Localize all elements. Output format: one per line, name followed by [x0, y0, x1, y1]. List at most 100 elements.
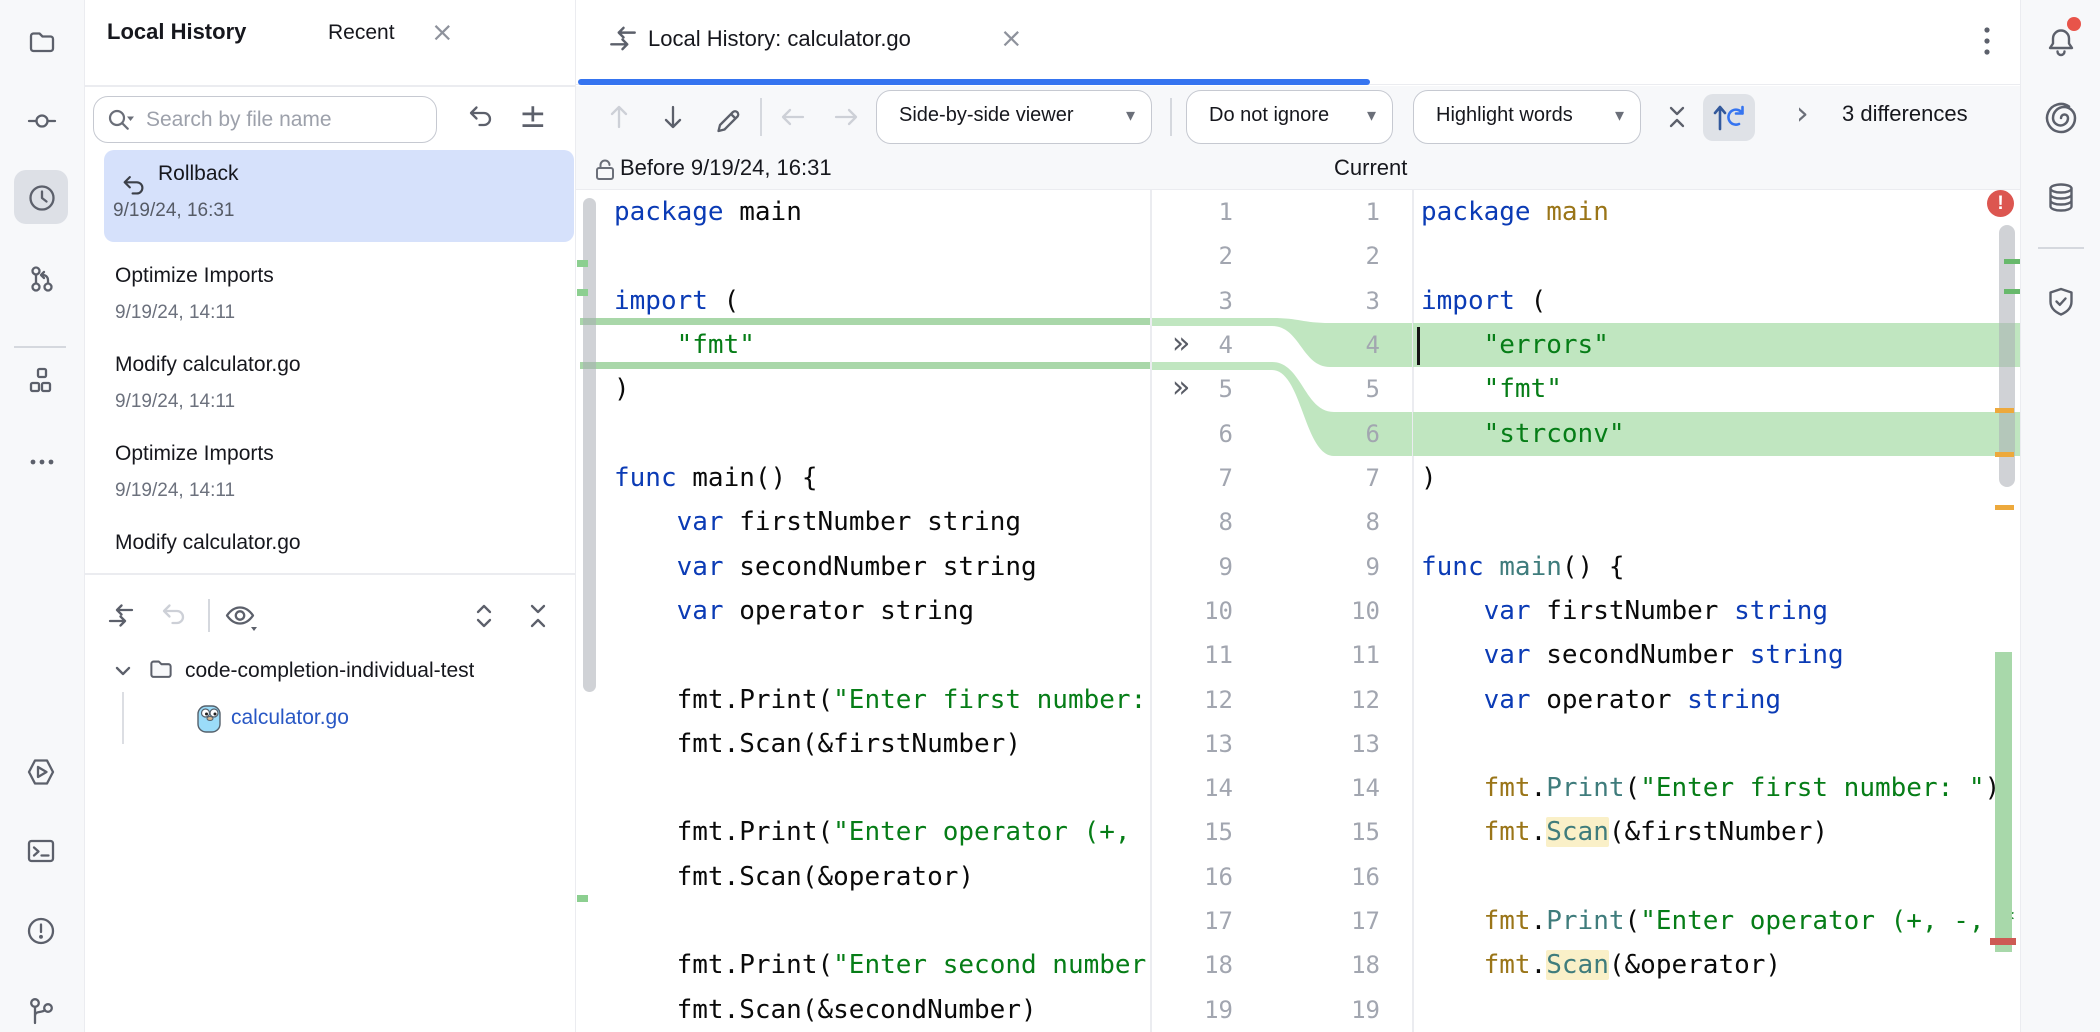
history-item[interactable]: Rollback9/19/24, 16:31 [104, 150, 574, 242]
history-clock-icon[interactable] [26, 182, 58, 214]
problems-icon[interactable] [24, 914, 58, 948]
revert-revision-icon[interactable] [159, 600, 189, 630]
code-token: "fmt" [677, 330, 755, 360]
commit-icon[interactable] [26, 105, 58, 137]
diff-right-pane[interactable]: package main import ( "errors" "fmt" "str… [1413, 190, 2020, 1032]
project-folder-icon[interactable] [26, 26, 58, 58]
shield-check-icon[interactable] [2043, 284, 2079, 320]
git-branch-icon[interactable] [24, 995, 58, 1029]
back-icon[interactable] [778, 102, 808, 132]
error-indicator-badge[interactable]: ! [1987, 190, 2014, 217]
preview-eye-icon[interactable] [223, 601, 259, 633]
tree-item-project-root[interactable]: code-completion-individual-test [185, 659, 474, 683]
pull-request-icon[interactable] [26, 263, 58, 295]
code-line[interactable]: "strconv" [1421, 412, 1625, 456]
more-icon[interactable] [26, 446, 58, 478]
code-line[interactable]: var secondNumber string [614, 545, 1037, 589]
code-line[interactable]: ) [614, 367, 630, 411]
history-item[interactable]: Modify calculator.go9/19/24, 14:11 [104, 341, 574, 433]
code-line[interactable]: "fmt" [614, 323, 755, 367]
code-line[interactable]: var firstNumber string [614, 500, 1021, 544]
editor-tab-title[interactable]: Local History: calculator.go [648, 26, 911, 52]
apply-change-marker[interactable]: » [1172, 367, 1190, 411]
code-line[interactable]: func main() { [1421, 545, 1625, 589]
tab-recent[interactable]: Recent [328, 21, 395, 45]
stripe-mark-warning[interactable] [1995, 408, 2014, 413]
collapse-unchanged-icon[interactable] [1662, 101, 1692, 133]
history-item[interactable]: Modify calculator.go [104, 519, 574, 611]
search-field[interactable] [93, 96, 437, 143]
right-scrollbar[interactable] [1999, 225, 2015, 487]
code-line[interactable]: "errors" [1421, 323, 1609, 367]
history-item[interactable]: Optimize Imports9/19/24, 14:11 [104, 430, 574, 522]
tree-item-calculator-go[interactable]: calculator.go [231, 706, 349, 730]
kebab-menu-icon[interactable] [1972, 22, 2002, 62]
synchronize-scrolling-toggle[interactable] [1703, 94, 1755, 141]
terminal-icon[interactable] [24, 834, 58, 868]
diff-left-pane[interactable]: package main import ( "fmt") func main() {… [576, 190, 1150, 1032]
create-patch-icon[interactable]: ± [519, 96, 547, 135]
code-line[interactable]: var secondNumber string [1421, 633, 1844, 677]
code-line[interactable]: var operator string [1421, 678, 1781, 722]
stripe-mark-green[interactable] [2004, 289, 2020, 294]
line-number-right: 3 [1270, 279, 1380, 323]
code-token: Scan [1546, 950, 1609, 980]
strip-divider [2038, 247, 2084, 249]
stripe-added-region[interactable] [1995, 652, 2012, 952]
database-icon[interactable] [2043, 180, 2079, 216]
tab-local-history[interactable]: Local History [107, 19, 246, 45]
line-number-right: 14 [1270, 766, 1380, 810]
code-line[interactable]: var firstNumber string [1421, 589, 1828, 633]
left-scrollbar[interactable] [583, 198, 596, 692]
history-item[interactable]: Optimize Imports9/19/24, 14:11 [104, 252, 574, 344]
expand-chevron-icon[interactable]: › [1796, 94, 1809, 132]
ignore-policy-dropdown[interactable]: Do not ignore ▾ [1186, 90, 1393, 144]
code-line[interactable]: fmt.Scan(&firstNumber) [614, 722, 1021, 766]
code-line[interactable]: fmt.Scan(&firstNumber) [1421, 810, 1828, 854]
code-token: var [677, 552, 724, 582]
code-line[interactable]: import ( [1421, 279, 1546, 323]
collapse-all-icon[interactable] [523, 600, 553, 632]
editor-tab-close-icon[interactable]: × [1000, 25, 1023, 52]
revert-icon[interactable] [466, 102, 496, 132]
code-line[interactable]: func main() { [614, 456, 818, 500]
code-line[interactable]: fmt.Scan(&operator) [1421, 943, 1781, 987]
line-number-right: 2 [1270, 234, 1380, 278]
highlight-mode-dropdown[interactable]: Highlight words ▾ [1413, 90, 1641, 144]
code-line[interactable]: fmt.Print("Enter second number: ") [614, 943, 1150, 987]
ai-assistant-icon[interactable] [2043, 100, 2079, 136]
apply-change-marker[interactable]: » [1172, 323, 1190, 367]
panel-divider [85, 85, 575, 87]
structure-icon[interactable] [26, 364, 58, 396]
code-line[interactable]: fmt.Scan(&secondNumber) [614, 988, 1037, 1032]
edit-icon[interactable] [712, 101, 744, 133]
code-line[interactable]: fmt.Print("Enter operator (+, -, *, /): … [1421, 899, 2020, 943]
previous-difference-icon[interactable] [604, 102, 634, 132]
show-diff-icon[interactable] [105, 600, 137, 632]
tab-recent-close-icon[interactable]: × [431, 19, 454, 46]
stripe-mark-error[interactable] [1990, 938, 2016, 945]
code-line[interactable]: package main [1421, 190, 1609, 234]
code-token: fmt.Print( [614, 950, 833, 980]
run-icon[interactable] [24, 755, 58, 789]
code-line[interactable]: "fmt" [1421, 367, 1562, 411]
history-item-title: Optimize Imports [115, 264, 274, 288]
chevron-down-icon[interactable] [112, 660, 134, 682]
code-line[interactable]: var operator string [614, 589, 974, 633]
code-line[interactable]: import ( [614, 279, 739, 323]
stripe-mark-green[interactable] [2004, 259, 2020, 264]
code-line[interactable]: fmt.Print("Enter first number: ") [1421, 766, 2000, 810]
code-line[interactable]: ) [1421, 456, 1437, 500]
expand-all-icon[interactable] [469, 600, 499, 632]
forward-icon[interactable] [831, 102, 861, 132]
viewer-mode-dropdown[interactable]: Side-by-side viewer ▾ [876, 90, 1152, 144]
code-line[interactable]: package main [614, 190, 802, 234]
code-line[interactable]: fmt.Print("Enter operator (+, -, *, /): … [614, 810, 1150, 854]
code-line[interactable]: fmt.Print("Enter first number: ") [614, 678, 1150, 722]
stripe-mark-warning[interactable] [1995, 505, 2014, 510]
line-number-left: 10 [1150, 589, 1233, 633]
next-difference-icon[interactable] [658, 102, 688, 132]
code-line[interactable]: fmt.Scan(&operator) [614, 855, 974, 899]
stripe-mark-warning[interactable] [1995, 452, 2014, 457]
search-input[interactable] [144, 99, 418, 141]
